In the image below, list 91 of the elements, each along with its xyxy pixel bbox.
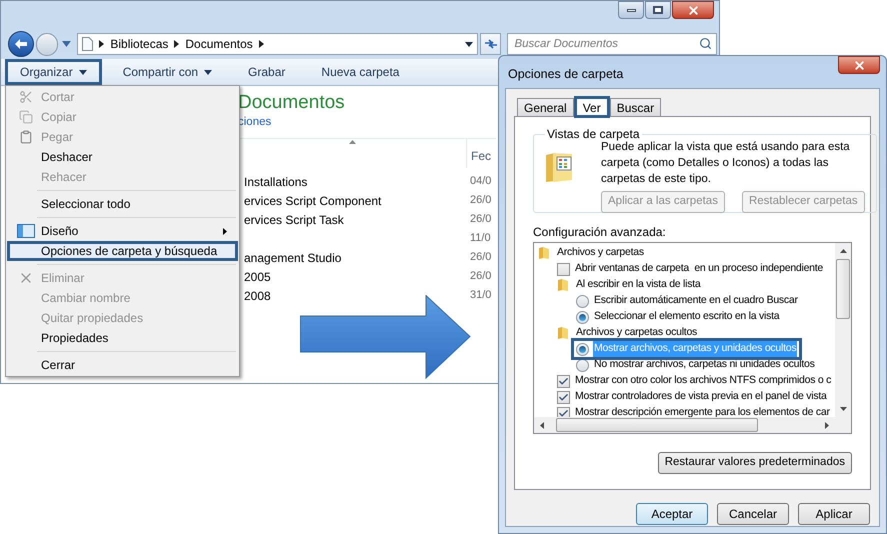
copy-icon [18, 110, 32, 124]
toolbar-button[interactable]: Compartir con [108, 59, 228, 85]
tree-label: Al escribir en la vista de lista [576, 277, 700, 292]
checkbox[interactable] [557, 262, 570, 276]
refresh-button[interactable] [480, 33, 502, 55]
date-cell-text: 04/0 [469, 174, 492, 190]
address-field[interactable]: Bibliotecas Documentos [77, 33, 478, 55]
caret-icon [62, 41, 72, 47]
search-icon [699, 37, 712, 50]
refresh-arrows-icon [484, 38, 498, 50]
file-name: ervices Script Component [244, 194, 382, 208]
radio-button[interactable] [576, 310, 589, 324]
option-label: Mostrar descripción emergente para los elementos de car [574, 405, 831, 420]
dialog-button[interactable]: Aceptar [636, 503, 708, 525]
file-name: anagement Studio [244, 250, 342, 264]
back-button[interactable] [8, 31, 34, 57]
toolbar-button[interactable]: Grabar [233, 59, 300, 85]
close-button[interactable] [838, 56, 880, 74]
window-title: Opciones de carpeta [507, 66, 624, 83]
chevron-icon [174, 40, 180, 48]
menu-item[interactable]: Deshacer [7, 147, 238, 167]
horizontal-scrollbar[interactable] [534, 417, 835, 433]
date-cell-text: 26/0 [469, 269, 492, 284]
checkbox[interactable] [557, 390, 570, 404]
clipboard-icon [18, 130, 32, 144]
vertical-scrollbar[interactable] [835, 243, 851, 417]
scissors-icon [18, 90, 32, 104]
option-label: No mostrar archivos, carpetas ni unidades ocultos [593, 357, 816, 372]
dialog-button[interactable]: Cancelar [717, 503, 789, 525]
caret-icon [204, 70, 212, 74]
submenu-arrow-icon [223, 228, 227, 234]
breadcrumb-item[interactable]: Bibliotecas [110, 35, 168, 53]
document-icon [82, 37, 94, 51]
option-label: Abrir ventanas de carpeta en un proceso independiente [574, 261, 824, 276]
folder-icon [557, 278, 569, 292]
menu-item[interactable]: Opciones de carpeta y búsqueda [7, 241, 238, 261]
dialog-button[interactable]: Aplicar [798, 503, 870, 525]
folder-icon [538, 246, 550, 260]
radio-button[interactable] [576, 342, 589, 356]
menu-item[interactable]: Propiedades [7, 328, 238, 348]
date-cell-text: 26/0 [469, 193, 492, 208]
toolbar-button[interactable]: Nueva carpeta [306, 59, 414, 85]
close-icon [852, 58, 866, 72]
column-header[interactable]: Fec [466, 139, 496, 168]
description-text: Puede aplicar la vista que está usando para esta carpeta (como Detalles o Iconos) a todas las carpetas de este tipo. [601, 140, 851, 187]
radio-button[interactable] [576, 294, 589, 308]
tree-label: Archivos y carpetas [557, 245, 644, 260]
menu-item[interactable]: Cerrar [7, 355, 238, 375]
date-cell-text: 11/0 [469, 231, 491, 246]
tab[interactable]: General [517, 98, 574, 116]
date-cell-text: 31/0 [469, 288, 492, 304]
restore-defaults-button[interactable]: Restaurar valores predeterminados [658, 452, 852, 474]
sort-arrow-icon [348, 140, 356, 144]
option-label: Escribir automáticamente en el cuadro Buscar [593, 293, 799, 308]
option-label: Mostrar controladores de vista previa en el panel de vista [574, 389, 828, 404]
minimize-button[interactable] [618, 1, 644, 19]
layout-icon [16, 224, 34, 238]
tab[interactable]: Buscar [610, 98, 662, 116]
scroll-left-icon [540, 422, 544, 428]
chevron-icon [258, 40, 264, 48]
breadcrumb-item[interactable]: Documentos [185, 35, 253, 53]
section-label: Configuración avanzada: [533, 224, 667, 240]
dropdown-caret-icon [464, 42, 473, 46]
maximize-button[interactable] [645, 1, 671, 19]
group-title: Vistas de carpeta [546, 126, 641, 142]
option-label: Mostrar con otro color los archivos NTFS comprimidos o c [574, 373, 832, 388]
tab[interactable]: Ver [574, 96, 610, 118]
toolbar-button[interactable]: Organizar [5, 59, 102, 85]
option-label: Mostrar archivos, carpetas y unidades ocultos [593, 341, 798, 357]
close-button[interactable] [672, 1, 714, 19]
date-cell-text: 26/0 [469, 212, 492, 228]
scroll-up-icon [840, 249, 846, 253]
file-name: 2008 [244, 288, 271, 302]
file-name: 2005 [244, 270, 271, 284]
caret-icon [78, 70, 87, 74]
scroll-right-icon [825, 422, 829, 428]
file-name: ervices Script Task [244, 212, 344, 226]
search-field[interactable]: Buscar Documentos [507, 33, 717, 55]
close-icon [686, 4, 700, 16]
checkbox[interactable] [557, 374, 570, 388]
menu-item[interactable]: Diseño [7, 221, 238, 241]
folder-icon [557, 326, 569, 340]
menu-item[interactable]: Seleccionar todo [7, 194, 238, 214]
date-cell-text: 26/0 [469, 250, 492, 266]
library-title: Documentos [238, 91, 346, 115]
file-name: Installations [244, 174, 308, 188]
tree-label: Archivos y carpetas ocultos [576, 325, 698, 340]
option-label: Seleccionar el elemento escrito en la vista [593, 309, 780, 324]
scroll-down-icon [840, 407, 846, 411]
chevron-icon [99, 40, 104, 48]
back-arrow-icon [14, 38, 28, 50]
